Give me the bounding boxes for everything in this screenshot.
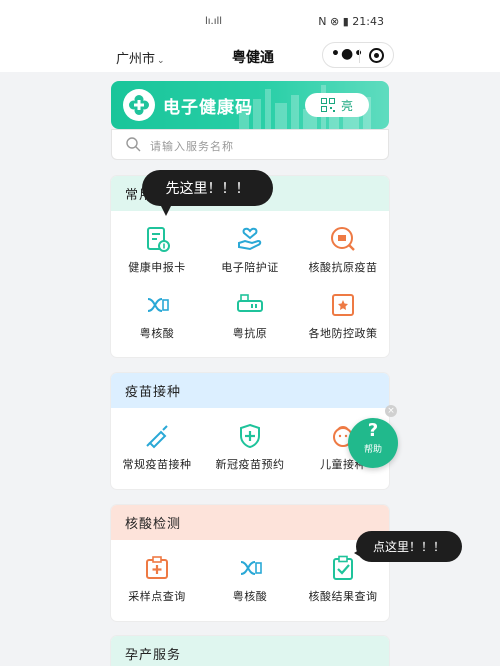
status-right: N ⊗ ▮ 21:43 <box>318 15 384 28</box>
clock-time: 21:43 <box>352 15 384 28</box>
service-label: 健康申报卡 <box>128 261 186 274</box>
maternity-services-title: 孕产服务 <box>111 636 389 666</box>
help-label: 帮助 <box>363 445 382 455</box>
service-label: 电子陪护证 <box>221 261 279 274</box>
dna-icon <box>147 298 169 312</box>
antigen-test-icon <box>237 294 263 312</box>
service-label: 各地防控政策 <box>308 327 378 340</box>
service-sampling-point[interactable]: 采样点查询 <box>111 554 203 604</box>
health-logo-icon <box>123 89 155 121</box>
help-button[interactable]: ? 帮助 <box>348 418 398 468</box>
help-question-icon: ? <box>367 420 379 441</box>
service-label: 核酸结果查询 <box>308 590 378 603</box>
close-mini-program-icon[interactable] <box>369 48 384 63</box>
service-label: 粤核酸 <box>232 590 268 603</box>
service-health-declaration[interactable]: 健康申报卡 <box>111 225 203 275</box>
service-routine-vaccine[interactable]: 常规疫苗接种 <box>111 422 203 472</box>
service-escort-pass[interactable]: 电子陪护证 <box>204 225 296 275</box>
service-nat-antigen-vaccine[interactable]: 核酸抗原疫苗 <box>297 225 389 275</box>
city-name: 广州市 <box>116 52 156 67</box>
nat-testing-card: 核酸检测 采样点查询 粤核酸 核酸结果查询 <box>111 505 389 621</box>
service-local-policy[interactable]: 各地防控政策 <box>297 291 389 341</box>
service-yue-nat[interactable]: 粤核酸 <box>111 291 203 341</box>
service-label: 核酸抗原疫苗 <box>308 261 378 274</box>
battery-indicator: N ⊗ ▮ <box>318 15 349 28</box>
service-yue-antigen[interactable]: 粤抗原 <box>204 291 296 341</box>
sampling-point-icon <box>146 556 168 579</box>
service-label: 粤核酸 <box>139 327 175 340</box>
capsule-divider <box>359 49 360 63</box>
health-code-title: 电子健康码 <box>163 98 253 118</box>
service-label: 粤抗原 <box>232 327 268 340</box>
mini-program-capsule: •●• <box>322 42 394 68</box>
bubble-tail <box>158 200 174 216</box>
dna-icon <box>240 561 262 575</box>
hand-heart-icon <box>238 227 262 251</box>
shield-plus-icon <box>240 423 260 449</box>
syringe-icon <box>146 425 168 449</box>
search-placeholder: 请输入服务名称 <box>150 140 234 153</box>
close-icon[interactable]: × <box>385 405 397 417</box>
search-record-icon <box>331 227 355 251</box>
chevron-down-icon: ⌄ <box>157 56 165 66</box>
service-label: 常规疫苗接种 <box>122 458 192 471</box>
annotation-bubble-second: 点这里！！！ <box>354 531 462 562</box>
annotation-text: 点这里！！！ <box>372 540 445 554</box>
show-code-button-wrap: 亮 <box>305 93 369 117</box>
maternity-services-card: 孕产服务 <box>111 636 389 666</box>
search-icon <box>126 137 141 152</box>
clipboard-check-icon <box>333 555 353 580</box>
nat-testing-title: 核酸检测 <box>111 505 389 540</box>
policy-book-icon <box>332 294 354 316</box>
service-covid-vaccine-booking[interactable]: 新冠疫苗预约 <box>204 422 296 472</box>
bubble-tail <box>354 547 364 559</box>
vaccination-title: 疫苗接种 <box>111 373 389 408</box>
show-code-button[interactable]: 亮 <box>305 93 369 117</box>
show-code-label: 亮 <box>340 98 353 113</box>
signal-indicator: lı.ıll <box>205 16 223 27</box>
navigation-bar: 广州市 ⌄ 粤健通 •●• <box>0 42 500 72</box>
service-yue-nat-2[interactable]: 粤核酸 <box>204 554 296 604</box>
service-label: 采样点查询 <box>128 590 186 603</box>
page-title: 粤健通 <box>232 50 274 66</box>
service-label: 新冠疫苗预约 <box>215 458 285 471</box>
status-bar: lı.ıll N ⊗ ▮ 21:43 <box>0 0 500 42</box>
search-input[interactable]: 请输入服务名称 <box>111 129 389 160</box>
annotation-text: 先这里！！！ <box>165 181 250 197</box>
qr-code-icon <box>320 98 335 112</box>
city-selector[interactable]: 广州市 ⌄ <box>116 48 165 67</box>
declaration-card-icon <box>147 227 170 252</box>
annotation-bubble-first: 先这里！！！ <box>142 170 273 216</box>
